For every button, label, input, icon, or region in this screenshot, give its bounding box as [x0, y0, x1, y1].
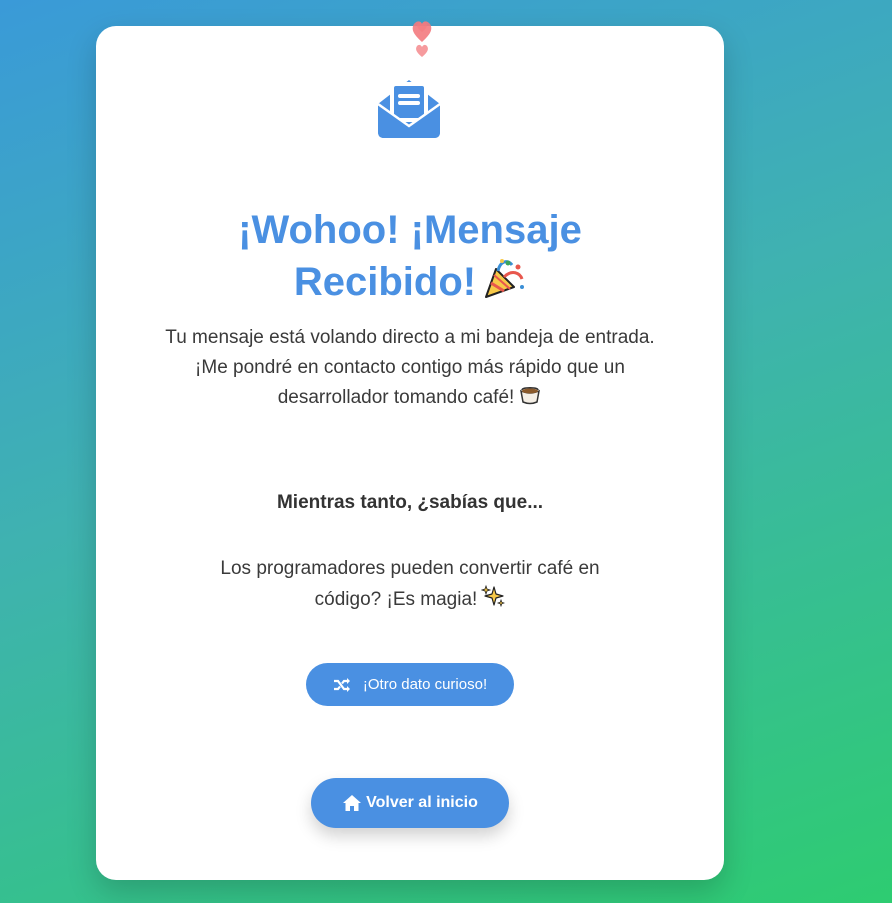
fun-fact-text: Los programadores pueden convertir café … [96, 553, 724, 615]
page-title: ¡Wohoo! ¡Mensaje Recibido! [96, 204, 724, 308]
fun-fact-heading: Mientras tanto, ¿sabías que... [276, 492, 544, 513]
confirmation-message: Tu mensaje está volando directo a mi ban… [96, 323, 724, 413]
home-button[interactable]: Volver al inicio [311, 778, 509, 828]
envelope-open-text-icon [377, 80, 441, 138]
home-label: Volver al inicio [366, 794, 478, 811]
message-line-2: ¡Me pondré en contacto contigo más rápid… [195, 357, 625, 378]
another-fact-label: ¡Otro dato curioso! [362, 676, 488, 693]
sparkles-icon [481, 584, 506, 608]
fact-line-2: código? ¡Es magia! [96, 584, 724, 615]
floating-hearts-icon [412, 21, 432, 57]
another-fact-button[interactable]: ¡Otro dato curioso! [306, 663, 514, 706]
confirmation-card [96, 26, 724, 880]
fact-line-1: Los programadores pueden convertir café … [220, 558, 600, 579]
home-icon [343, 795, 362, 811]
message-line-3: desarrollador tomando café! [96, 383, 724, 413]
party-popper-icon [485, 259, 525, 298]
title-line-1: ¡Wohoo! ¡Mensaje [238, 208, 582, 252]
shuffle-icon [333, 677, 350, 692]
coffee-icon [520, 387, 541, 405]
message-line-1: Tu mensaje está volando directo a mi ban… [165, 327, 655, 348]
title-line-2: Recibido! [96, 256, 724, 308]
